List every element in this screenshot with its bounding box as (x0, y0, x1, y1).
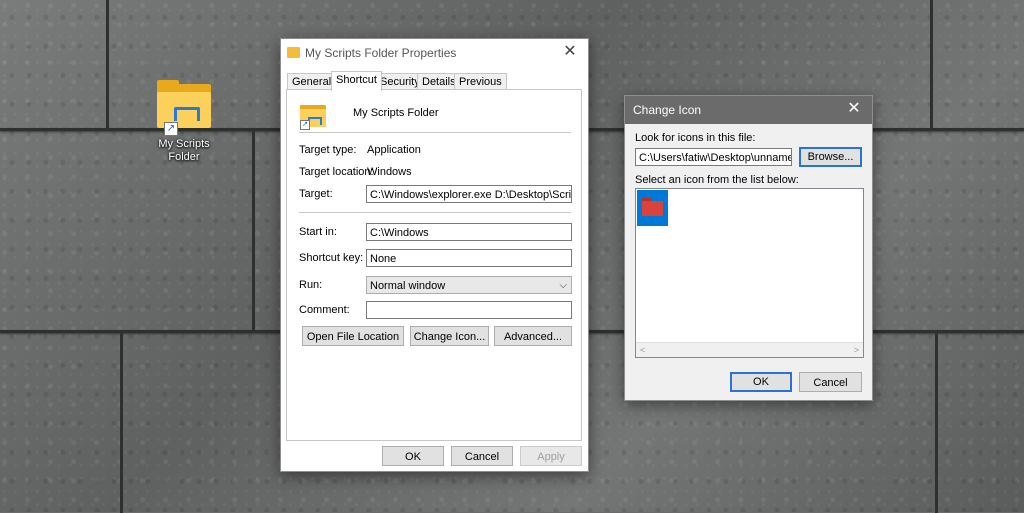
wall-mortar-line (930, 0, 933, 128)
dialog-title: Change Icon (633, 103, 702, 117)
shortcut-key-input[interactable]: None (366, 249, 572, 267)
run-label: Run: (299, 279, 323, 291)
shortcut-key-label: Shortcut key: (299, 252, 364, 264)
target-label: Target: (299, 188, 333, 200)
window-title: My Scripts Folder Properties (305, 46, 457, 60)
shortcut-tab-panel: ↗ My Scripts Folder Target type: Applica… (286, 89, 582, 441)
folder-icon (287, 47, 300, 58)
properties-window: My Scripts Folder Properties ✕ General S… (280, 38, 589, 472)
chevron-down-icon: ⌵ (559, 280, 567, 291)
run-select[interactable]: Normal window ⌵ (366, 276, 572, 294)
cancel-button[interactable]: Cancel (451, 446, 513, 466)
tab-previous-versions[interactable]: Previous Versions (454, 73, 507, 104)
target-type-value: Application (367, 144, 421, 156)
shortcut-arrow-icon: ↗ (300, 120, 310, 130)
folder-icon: ↗ (155, 80, 213, 136)
folder-icon (642, 201, 663, 216)
change-icon-button[interactable]: Change Icon... (410, 326, 489, 346)
target-location-value: Windows (367, 166, 412, 178)
desktop-shortcut-my-scripts-folder[interactable]: ↗ My Scripts Folder (142, 80, 226, 164)
separator (299, 212, 571, 213)
wall-mortar-line (252, 131, 255, 331)
ok-button[interactable]: OK (382, 446, 444, 466)
wall-mortar-line (935, 333, 938, 513)
advanced-button[interactable]: Advanced... (494, 326, 572, 346)
apply-button[interactable]: Apply (520, 446, 582, 466)
comment-input[interactable] (366, 301, 572, 319)
shortcut-folder-icon: ↗ (300, 103, 326, 130)
close-icon[interactable]: ✕ (558, 41, 582, 63)
wall-mortar-line (106, 0, 109, 128)
run-select-value: Normal window (370, 280, 446, 292)
open-file-location-button[interactable]: Open File Location (302, 326, 404, 346)
target-input[interactable]: C:\Windows\explorer.exe D:\Desktop\Scrip… (366, 185, 572, 203)
change-icon-dialog: Change Icon ✕ Look for icons in this fil… (624, 95, 873, 401)
wall-mortar-line (120, 333, 123, 513)
start-in-input[interactable]: C:\Windows (366, 223, 572, 241)
close-icon[interactable]: ✕ (842, 98, 866, 120)
properties-titlebar[interactable]: My Scripts Folder Properties ✕ (281, 39, 588, 67)
shortcut-arrow-icon: ↗ (164, 122, 178, 136)
tab-shortcut[interactable]: Shortcut (331, 71, 382, 91)
arrow-left-icon[interactable]: < (640, 343, 645, 357)
arrow-right-icon[interactable]: > (854, 343, 859, 357)
icon-file-input[interactable]: C:\Users\fatiw\Desktop\unnamed_cy (635, 148, 792, 166)
target-type-label: Target type: (299, 144, 357, 156)
change-icon-titlebar[interactable]: Change Icon ✕ (625, 96, 872, 124)
start-in-label: Start in: (299, 226, 337, 238)
tab-general[interactable]: General (287, 73, 337, 90)
comment-label: Comment: (299, 304, 350, 316)
target-location-label: Target location: (299, 166, 374, 178)
select-icon-label: Select an icon from the list below: (635, 174, 799, 186)
look-for-icons-label: Look for icons in this file: (635, 132, 756, 144)
icon-list-item-selected[interactable] (637, 190, 668, 226)
separator (299, 132, 571, 133)
browse-button[interactable]: Browse... (799, 147, 862, 167)
shortcut-name: My Scripts Folder (353, 107, 439, 119)
horizontal-scrollbar[interactable]: < > (636, 342, 863, 357)
ok-button[interactable]: OK (730, 372, 792, 392)
icon-list[interactable]: < > (635, 188, 864, 358)
desktop-icon-label: My Scripts Folder (158, 138, 210, 163)
cancel-button[interactable]: Cancel (799, 372, 862, 392)
